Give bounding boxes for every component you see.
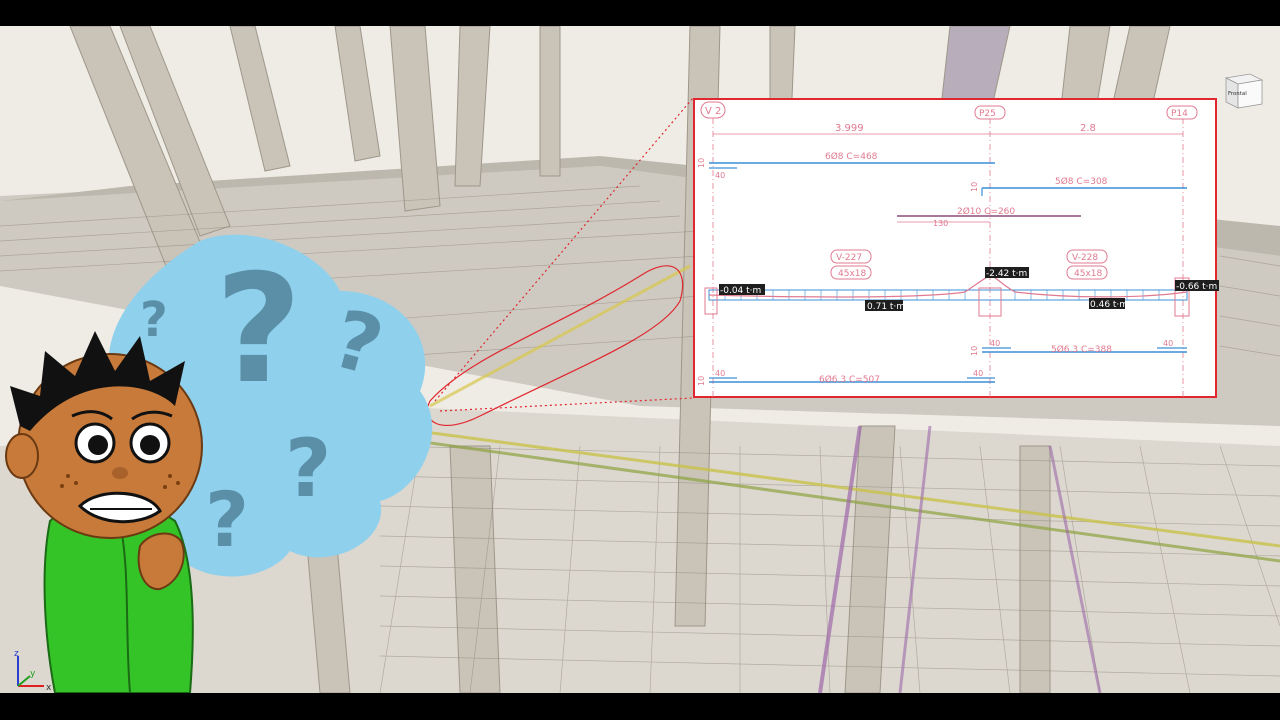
video-frame: ? ? ? ? ? Frontal z y x V 2 P25 P14 3.99… bbox=[0, 0, 1280, 720]
confused-character-illustration: ? ? ? ? ? bbox=[5, 234, 433, 693]
question-mark-icon: ? bbox=[215, 243, 302, 417]
view-cube-face-label: Frontal bbox=[1228, 91, 1247, 97]
beam-name-left: V-227 bbox=[836, 253, 862, 263]
dim-10-bottom-left: 10 bbox=[697, 376, 706, 386]
axis-triad: z y x bbox=[14, 649, 52, 693]
rebar-bottom-right-label: 5Ø6.3 C=388 bbox=[1051, 344, 1112, 355]
rebar-top-long-label: 6Ø8 C=468 bbox=[825, 151, 878, 162]
moment-left-midspan: 0.71 t·m bbox=[867, 302, 905, 312]
moment-right-end: -0.66 t·m bbox=[1176, 282, 1217, 292]
moment-support: -2.42 t·m bbox=[986, 269, 1027, 279]
moment-left-end: -0.04 t·m bbox=[720, 286, 761, 296]
axis-x-label: x bbox=[46, 683, 52, 693]
dim-40-bottom-right-b: 40 bbox=[1163, 339, 1173, 348]
axis-z-label: z bbox=[14, 649, 19, 659]
dim-130: 130 bbox=[933, 219, 948, 228]
rebar-bottom-long-label: 6Ø6.3 C=507 bbox=[819, 374, 880, 385]
beam-section-left: 45x18 bbox=[838, 269, 867, 279]
question-mark-icon: ? bbox=[285, 422, 331, 515]
beam-reinforcement-detail: V 2 P25 P14 3.999 2.8 6Ø8 C=468 40 10 5Ø… bbox=[693, 98, 1219, 398]
bending-moment-curve bbox=[708, 275, 1188, 298]
question-mark-icon: ? bbox=[205, 475, 249, 564]
rebar-middle-label: 2Ø10 C=260 bbox=[957, 206, 1015, 217]
span-left-dimension: 3.999 bbox=[835, 123, 864, 134]
span-right-dimension: 2.8 bbox=[1080, 123, 1096, 134]
moment-right-midspan: 0.46 t·m bbox=[1090, 300, 1128, 310]
beam-name-right: V-228 bbox=[1072, 253, 1098, 263]
dim-40-bottom-left-b: 40 bbox=[973, 369, 983, 378]
gridline-label-left: V 2 bbox=[705, 106, 721, 117]
gridline-label-right: P14 bbox=[1171, 109, 1188, 119]
beam-section-right: 45x18 bbox=[1074, 269, 1103, 279]
dim-40-bottom-right-a: 40 bbox=[990, 339, 1000, 348]
dim-10-bottom-right: 10 bbox=[970, 346, 979, 356]
rebar-top-right-label: 5Ø8 C=308 bbox=[1055, 176, 1108, 187]
question-mark-icon: ? bbox=[140, 292, 168, 348]
dim-40-bottom-left-a: 40 bbox=[715, 369, 725, 378]
view-cube[interactable]: Frontal bbox=[1222, 68, 1266, 110]
axis-y-label: y bbox=[30, 669, 36, 679]
dim-10-top-right: 10 bbox=[970, 182, 979, 192]
ear bbox=[5, 433, 39, 479]
dim-10-top-left: 10 bbox=[697, 158, 706, 168]
support-left bbox=[704, 287, 718, 315]
dim-40-left: 40 bbox=[715, 171, 725, 180]
gridline-label-middle: P25 bbox=[979, 109, 996, 119]
